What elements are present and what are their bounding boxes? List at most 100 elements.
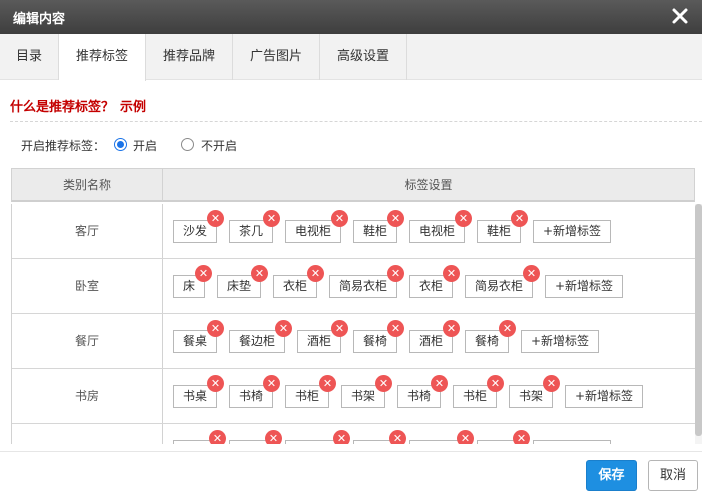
tag-label: 沙发 [183,224,208,238]
tab-recommended-tags[interactable]: 推荐标签 [59,34,146,81]
tag-chip[interactable]: ✕ [409,430,474,444]
divider [10,121,702,122]
tag-chip[interactable]: 书椅 ✕ [229,375,281,408]
remove-tag-icon[interactable]: ✕ [207,375,225,392]
remove-tag-icon[interactable]: ✕ [499,320,517,337]
tag-chip[interactable]: 书柜 ✕ [453,375,505,408]
remove-tag-icon[interactable]: ✕ [389,430,406,444]
table-row: 书房 书桌 ✕ 书椅 ✕ 书柜 ✕ 书架 ✕ 书椅 ✕ 书柜 ✕ 书架 ✕ +新增标签 [12,369,695,424]
cancel-button[interactable]: 取消 [648,460,698,491]
remove-tag-icon[interactable]: ✕ [457,430,474,444]
tag-chip[interactable]: 鞋柜 ✕ [477,210,529,243]
tag-chip[interactable]: 书架 ✕ [341,375,393,408]
radio-off[interactable] [181,138,194,151]
tag-chip[interactable]: ✕ [229,430,282,444]
remove-tag-icon[interactable]: ✕ [307,265,325,282]
tag-label: 餐椅 [363,334,388,348]
remove-tag-icon[interactable]: ✕ [263,375,281,392]
remove-tag-icon[interactable]: ✕ [207,210,225,227]
remove-tag-icon[interactable]: ✕ [263,210,281,227]
category-name [12,424,163,444]
table-body[interactable]: 客厅 沙发 ✕ 茶几 ✕ 电视柜 ✕ 鞋柜 ✕ 电视柜 ✕ 鞋柜 ✕ +新增标签 卧室 床 ✕… [11,204,695,444]
tag-chip[interactable]: 餐桌 ✕ [173,320,225,353]
remove-tag-icon[interactable]: ✕ [333,430,350,444]
tag-chip[interactable]: 茶几 ✕ [229,210,281,243]
remove-tag-icon[interactable]: ✕ [251,265,269,282]
close-icon[interactable] [668,4,692,28]
remove-tag-icon[interactable]: ✕ [195,265,213,282]
radio-on[interactable] [114,138,127,151]
enable-tags-label: 开启推荐标签： [21,139,106,153]
remove-tag-icon[interactable]: ✕ [275,320,293,337]
header-category: 类别名称 [12,169,163,201]
tag-chip[interactable]: 床 ✕ [173,265,213,298]
remove-tag-icon[interactable]: ✕ [331,210,349,227]
tag-chip[interactable]: 酒柜 ✕ [297,320,349,353]
table-header: 类别名称 标签设置 [11,168,695,202]
radio-on-label[interactable]: 开启 [133,137,157,154]
tag-chip[interactable]: 书桌 ✕ [173,375,225,408]
tab-recommended-brands[interactable]: 推荐品牌 [146,34,233,80]
remove-tag-icon[interactable]: ✕ [319,375,337,392]
tag-label: 书桌 [183,389,208,403]
add-tag-button[interactable]: +新增标签 [565,385,644,408]
tag-chip[interactable]: ✕ [285,430,350,444]
remove-tag-icon[interactable]: ✕ [511,210,529,227]
add-tag-button[interactable] [533,440,611,444]
tag-chip[interactable]: 沙发 ✕ [173,210,225,243]
table-row: ✕ ✕ ✕ ✕ ✕ ✕ [12,424,695,444]
tag-chip[interactable]: 简易衣柜 ✕ [465,265,541,298]
tag-chip[interactable]: 床垫 ✕ [217,265,269,298]
remove-tag-icon[interactable]: ✕ [443,265,461,282]
tag-chip[interactable]: ✕ [353,430,406,444]
remove-tag-icon[interactable]: ✕ [523,265,541,282]
tag-chip[interactable]: 电视柜 ✕ [285,210,349,243]
remove-tag-icon[interactable]: ✕ [443,320,461,337]
remove-tag-icon[interactable]: ✕ [207,320,225,337]
tag-cell: 餐桌 ✕ 餐边柜 ✕ 酒柜 ✕ 餐椅 ✕ 酒柜 ✕ 餐椅 ✕ +新增标签 [163,314,695,368]
scrollbar-thumb[interactable] [695,204,702,436]
tab-advanced-settings[interactable]: 高级设置 [320,34,407,80]
tag-cell: 书桌 ✕ 书椅 ✕ 书柜 ✕ 书架 ✕ 书椅 ✕ 书柜 ✕ 书架 ✕ +新增标签 [163,369,695,423]
remove-tag-icon[interactable]: ✕ [387,265,405,282]
tag-chip[interactable]: 简易衣柜 ✕ [329,265,405,298]
tag-chip[interactable]: 衣柜 ✕ [409,265,461,298]
remove-tag-icon[interactable]: ✕ [265,430,282,444]
save-button[interactable]: 保存 [586,460,637,491]
example-link[interactable]: 示例 [120,100,146,115]
tag-chip[interactable]: 衣柜 ✕ [273,265,325,298]
tag-chip[interactable]: 电视柜 ✕ [409,210,473,243]
table-scrollbar[interactable] [695,204,702,444]
remove-tag-icon[interactable]: ✕ [487,375,505,392]
tag-label: 书柜 [463,389,488,403]
tag-chip[interactable]: 书柜 ✕ [285,375,337,408]
remove-tag-icon[interactable]: ✕ [431,375,449,392]
header-tag-settings: 标签设置 [404,178,453,192]
tag-chip[interactable]: ✕ [477,430,530,444]
remove-tag-icon[interactable]: ✕ [455,210,473,227]
remove-tag-icon[interactable]: ✕ [513,430,530,444]
tab-ad-images[interactable]: 广告图片 [233,34,320,80]
add-tag-button[interactable]: +新增标签 [545,275,624,298]
remove-tag-icon[interactable]: ✕ [375,375,393,392]
remove-tag-icon[interactable]: ✕ [387,320,405,337]
remove-tag-icon[interactable]: ✕ [543,375,561,392]
tag-chip[interactable]: 书椅 ✕ [397,375,449,408]
tag-chip[interactable]: ✕ [173,430,226,444]
remove-tag-icon[interactable]: ✕ [209,430,226,444]
tag-chip[interactable]: 餐椅 ✕ [465,320,517,353]
tag-label: 书架 [519,389,544,403]
remove-tag-icon[interactable]: ✕ [331,320,349,337]
tag-chip[interactable]: 鞋柜 ✕ [353,210,405,243]
tab-catalog[interactable]: 目录 [0,34,59,80]
radio-off-label[interactable]: 不开启 [201,137,237,154]
remove-tag-icon[interactable]: ✕ [387,210,405,227]
tag-chip[interactable]: 书架 ✕ [509,375,561,408]
add-tag-button[interactable]: +新增标签 [533,220,612,243]
add-tag-button[interactable]: +新增标签 [521,330,600,353]
tag-label: 书椅 [407,389,432,403]
tag-chip[interactable]: 酒柜 ✕ [409,320,461,353]
tag-chip[interactable]: 餐边柜 ✕ [229,320,293,353]
tag-chip[interactable]: 餐椅 ✕ [353,320,405,353]
tag-label: 餐桌 [183,334,208,348]
